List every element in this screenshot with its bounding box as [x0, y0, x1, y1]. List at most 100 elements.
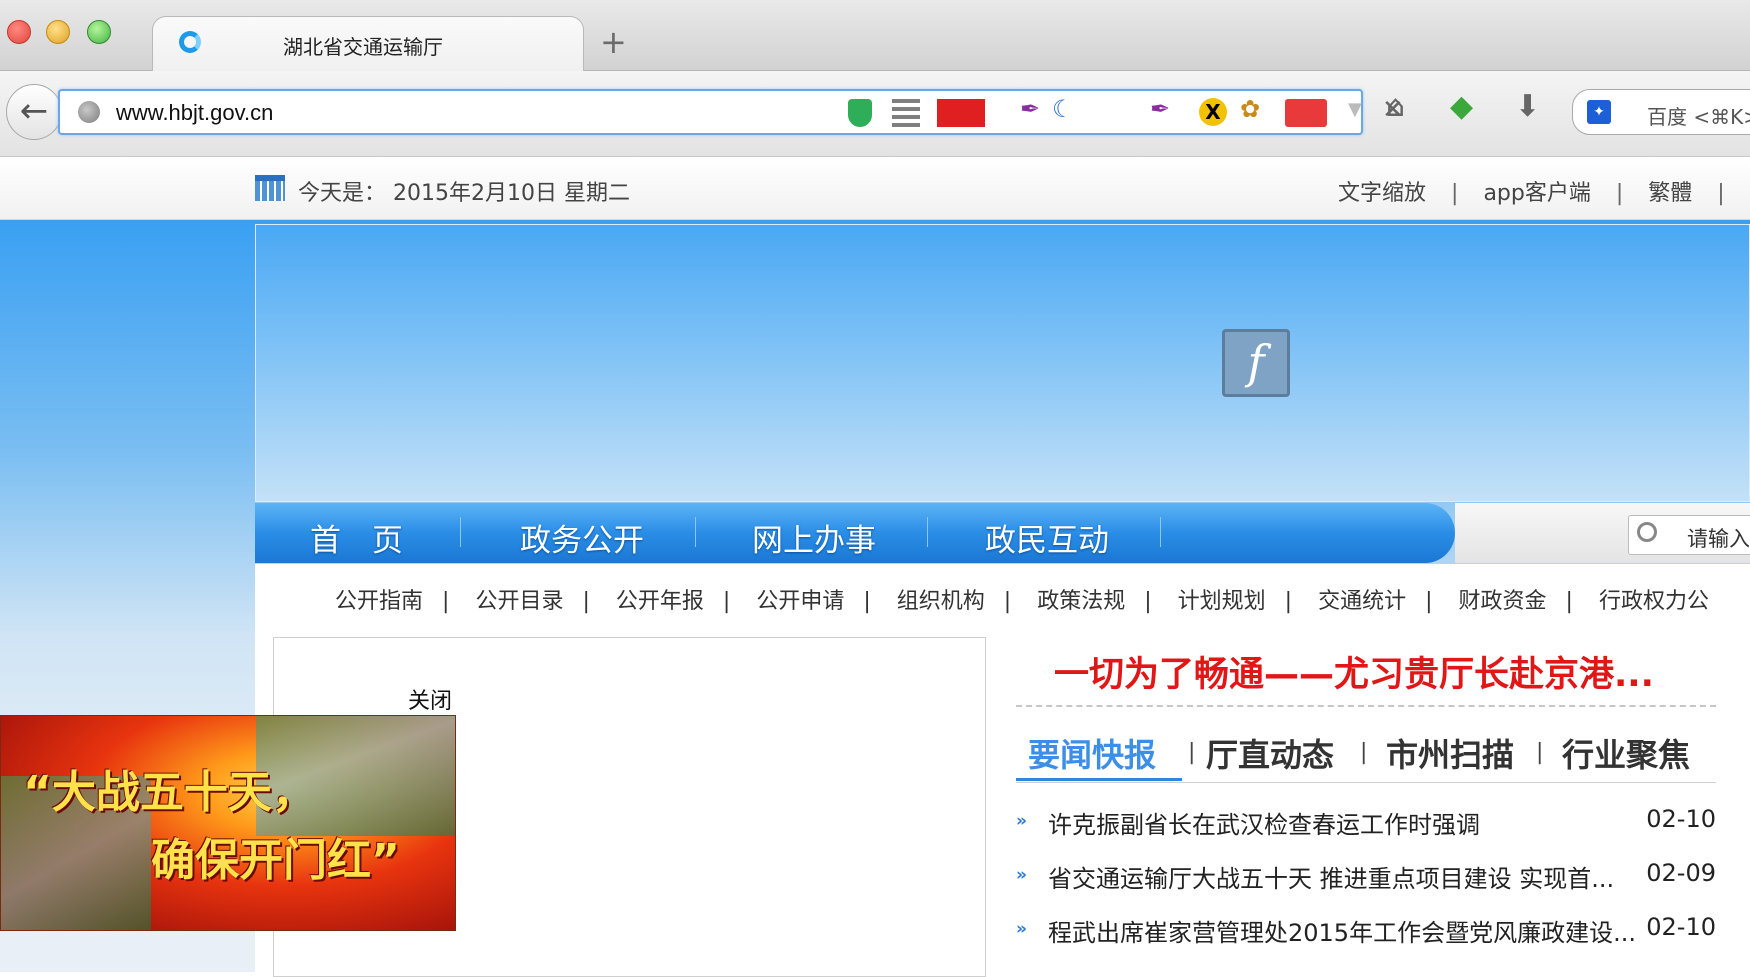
sub-nav-item[interactable]: 公开指南 [335, 589, 423, 614]
new-tab-button[interactable]: + [600, 26, 627, 58]
sub-nav-item[interactable]: 财政资金 [1459, 589, 1547, 614]
nav-divider [1160, 517, 1161, 547]
url-bar[interactable]: www.hbjt.gov.cn ✒ ☾ ✒ X ✿ ▼ ✕ [58, 89, 1404, 135]
top-links: 文字缩放 | app客户端 | 繁體 | [1338, 175, 1743, 207]
baidu-paw-icon[interactable]: ✦ [1587, 100, 1611, 124]
nav-divider [927, 517, 928, 547]
tab-bar: 湖北省交通运输厅 + [0, 0, 1750, 72]
flash-banner [255, 224, 1750, 502]
nav-online-services[interactable]: 网上办事 [752, 515, 876, 560]
search-engine-placeholder[interactable]: 百度 <⌘K> [1647, 101, 1750, 130]
bullet-icon: » [1016, 865, 1027, 885]
separator: | [1360, 740, 1368, 765]
qr-code-icon[interactable] [892, 99, 920, 127]
info-bar: 今天是： 2015年2月10日 星期二 文字缩放 | app客户端 | 繁體 | [0, 157, 1750, 220]
back-button[interactable]: ← [6, 84, 62, 140]
moon-icon[interactable]: ☾ [1052, 95, 1074, 123]
sub-nav-items: 公开指南 | 公开目录 | 公开年报 | 公开申请 | 组织机构 | 政策法规 | 计划规划… [335, 583, 1728, 615]
traditional-chinese-link[interactable]: 繁體 [1648, 181, 1692, 206]
date-display: 今天是： 2015年2月10日 星期二 [298, 175, 630, 207]
feather-icon[interactable]: ✒ [1150, 95, 1170, 123]
close-ad-link[interactable]: 关闭 [408, 683, 452, 715]
window-close-button[interactable] [7, 20, 31, 44]
squirrel-icon[interactable]: ✿ [1240, 95, 1260, 123]
tab-department-news[interactable]: 厅直动态 [1206, 730, 1334, 776]
nav-home[interactable]: 首 页 [310, 515, 403, 560]
floating-ad-banner[interactable]: “大战五十天， 确保开门红” [0, 715, 456, 931]
sub-nav-item[interactable]: 公开申请 [756, 589, 844, 614]
news-tabs: 要闻快报 | 厅直动态 | 市州扫描 | 行业聚焦 [1016, 728, 1716, 783]
dropdown-icon[interactable]: ▼ [1348, 99, 1362, 127]
date-prefix: 今天是： [298, 181, 387, 206]
sub-nav-item[interactable]: 计划规划 [1178, 589, 1266, 614]
flash-plugin-icon[interactable]: f [1222, 329, 1290, 397]
x-icon[interactable]: X [1199, 98, 1227, 126]
nav-divider [695, 517, 696, 547]
sub-nav-item[interactable]: 公开年报 [616, 589, 704, 614]
window-minimize-button[interactable] [46, 20, 70, 44]
separator: | [1536, 740, 1544, 765]
url-text[interactable]: www.hbjt.gov.cn [116, 100, 273, 126]
tab-industry-focus[interactable]: 行业聚焦 [1562, 730, 1690, 776]
news-item[interactable]: » 许克振副省长在武汉检查春运工作时强调 02-10 [1016, 805, 1716, 841]
globe-icon [78, 101, 100, 123]
home-icon[interactable]: ⌂ [1386, 89, 1405, 124]
text-zoom-link[interactable]: 文字缩放 [1338, 181, 1426, 206]
news-title[interactable]: 许克振副省长在武汉检查春运工作时强调 [1048, 805, 1480, 840]
tab-news-flash[interactable]: 要闻快报 [1028, 730, 1156, 776]
separator: | [1144, 589, 1152, 614]
ad-slogan-line2: 确保开门红” [151, 835, 400, 886]
ad-slogan-line1: “大战五十天， [23, 767, 316, 818]
news-item[interactable]: » 省交通运输厅大战五十天 推进重点项目建设 实现首... 02-09 [1016, 859, 1716, 895]
nav-interaction[interactable]: 政民互动 [985, 515, 1109, 560]
separator: | [1425, 589, 1433, 614]
tab-title: 湖北省交通运输厅 [283, 35, 443, 59]
separator: | [1003, 589, 1012, 614]
main-nav: 首 页 政务公开 网上办事 政民互动 [255, 503, 1455, 563]
sub-nav-item[interactable]: 组织机构 [897, 589, 985, 614]
window-zoom-button[interactable] [87, 20, 111, 44]
separator: | [1717, 181, 1725, 206]
tab-city-scan[interactable]: 市州扫描 [1386, 730, 1514, 776]
active-tab-indicator [1016, 778, 1182, 781]
sub-nav-item[interactable]: 交通统计 [1318, 589, 1406, 614]
tab-favicon-icon [179, 31, 201, 53]
news-date: 02-10 [1646, 805, 1716, 833]
headline-link[interactable]: 一切为了畅通——尤习贵厅长赴京港... [1054, 646, 1654, 697]
news-date: 02-09 [1646, 859, 1716, 887]
app-client-link[interactable]: app客户端 [1483, 181, 1590, 206]
download-icon[interactable]: ⬇ [1515, 89, 1540, 124]
shield-icon[interactable] [848, 99, 872, 127]
separator: | [1284, 589, 1293, 614]
china-flag-icon[interactable] [937, 99, 985, 127]
separator: | [582, 589, 590, 614]
frog-icon[interactable]: ◆ [1450, 89, 1473, 124]
red-flag-icon[interactable] [1285, 99, 1327, 127]
news-title[interactable]: 省交通运输厅大战五十天 推进重点项目建设 实现首... [1048, 859, 1614, 894]
bullet-icon: » [1016, 811, 1027, 831]
separator: | [1451, 181, 1459, 206]
sub-nav: 公开指南 | 公开目录 | 公开年报 | 公开申请 | 组织机构 | 政策法规 | 计划规划… [255, 564, 1750, 632]
nav-government-affairs[interactable]: 政务公开 [520, 515, 644, 560]
separator: | [442, 589, 450, 614]
search-icon[interactable] [1637, 522, 1657, 542]
separator: | [1615, 181, 1624, 206]
separator: | [1188, 740, 1196, 765]
feather-icon[interactable]: ✒ [1020, 95, 1040, 123]
search-engine-box[interactable]: ✦ 百度 <⌘K> [1572, 89, 1750, 135]
current-date: 2015年2月10日 星期二 [393, 181, 630, 206]
separator: | [722, 589, 731, 614]
news-date: 02-10 [1646, 913, 1716, 941]
bullet-icon: » [1016, 919, 1027, 939]
sub-nav-item[interactable]: 公开目录 [475, 589, 563, 614]
news-title[interactable]: 程武出席崔家营管理处2015年工作会暨党风廉政建设... [1048, 913, 1636, 948]
divider [1016, 705, 1716, 707]
browser-tab[interactable]: 湖北省交通运输厅 [152, 16, 584, 72]
sub-nav-item[interactable]: 政策法规 [1037, 589, 1125, 614]
sub-nav-item[interactable]: 行政权力公 [1599, 589, 1709, 614]
nav-divider [460, 517, 461, 547]
site-search-input[interactable]: 请输入 [1628, 515, 1750, 555]
back-icon: ← [19, 91, 49, 131]
news-item[interactable]: » 程武出席崔家营管理处2015年工作会暨党风廉政建设... 02-10 [1016, 913, 1716, 949]
site-search-placeholder[interactable]: 请输入 [1687, 523, 1750, 553]
